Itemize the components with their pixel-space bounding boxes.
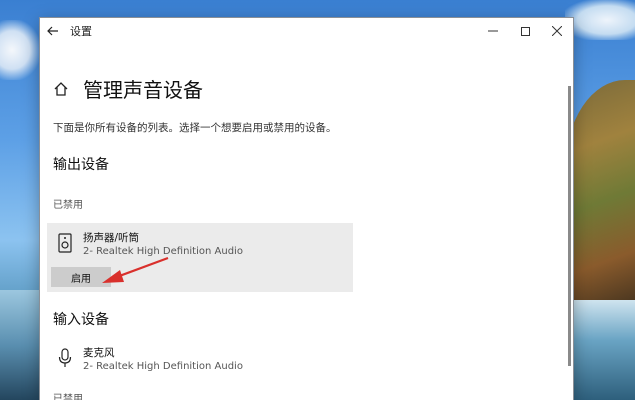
speaker-icon: [58, 233, 72, 253]
settings-window: 设置 管理声音设备 下面是你所有设备的列表。选择一个想要启用或禁用的设备。 输出…: [40, 18, 573, 400]
input-section-title: 输入设备: [53, 312, 109, 328]
settings-content: 管理声音设备 下面是你所有设备的列表。选择一个想要启用或禁用的设备。 输出设备 …: [40, 44, 573, 400]
wallpaper-sea: [565, 300, 635, 400]
close-button[interactable]: [541, 18, 573, 44]
page-description: 下面是你所有设备的列表。选择一个想要启用或禁用的设备。: [53, 122, 337, 134]
page-title: 管理声音设备: [83, 78, 203, 102]
page-header: 管理声音设备: [53, 74, 203, 103]
title-bar: 设置: [40, 18, 573, 44]
wallpaper-cloud: [565, 0, 635, 40]
output-section-title: 输出设备: [53, 157, 109, 173]
back-arrow-icon[interactable]: [40, 18, 66, 44]
scrollbar[interactable]: [568, 46, 572, 396]
input-device-driver: 2- Realtek High Definition Audio: [83, 361, 243, 372]
wallpaper-cliff: [565, 80, 635, 300]
output-device-name: 扬声器/听筒: [83, 232, 140, 244]
input-device[interactable]: 麦克风 2- Realtek High Definition Audio: [57, 347, 243, 373]
scroll-thumb[interactable]: [568, 86, 571, 366]
input-device-name: 麦克风: [83, 347, 115, 359]
maximize-button[interactable]: [509, 18, 541, 44]
output-device-card[interactable]: 扬声器/听筒 2- Realtek High Definition Audio …: [47, 223, 353, 292]
wallpaper-cloud: [0, 20, 40, 80]
microphone-icon: [58, 348, 72, 367]
home-icon[interactable]: [53, 81, 69, 97]
maximize-icon: [520, 26, 530, 36]
output-disabled-label: 已禁用: [53, 200, 83, 211]
output-device: 扬声器/听筒 2- Realtek High Definition Audio: [57, 232, 243, 258]
annotation-arrow: [102, 256, 169, 283]
minimize-button[interactable]: [477, 18, 509, 44]
input-disabled-label: 已禁用: [53, 394, 83, 400]
window-title: 设置: [70, 25, 92, 38]
wallpaper-sea: [0, 290, 40, 400]
